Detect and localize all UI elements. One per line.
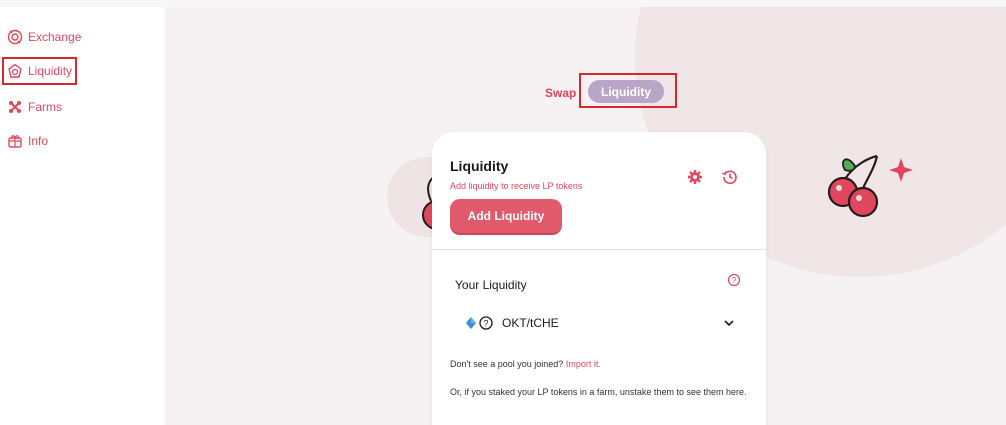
chevron-down-icon[interactable]: [722, 316, 736, 330]
tab-liquidity[interactable]: Liquidity: [588, 80, 664, 103]
sidebar: Exchange Liquidity Farms Info: [0, 7, 165, 425]
liquidity-icon: [7, 63, 23, 79]
farms-icon: [7, 99, 23, 115]
staked-lp-note: Or, if you staked your LP tokens in a fa…: [450, 387, 747, 397]
card-title: Liquidity: [450, 158, 509, 174]
tab-swap[interactable]: Swap: [545, 86, 576, 100]
settings-icon[interactable]: [686, 168, 704, 186]
info-icon: [7, 133, 23, 149]
history-icon[interactable]: [721, 168, 739, 186]
add-liquidity-button[interactable]: Add Liquidity: [450, 199, 562, 233]
exchange-icon: [7, 29, 23, 45]
top-bar: [0, 0, 1006, 7]
import-link[interactable]: Import it.: [566, 359, 601, 369]
okt-token-icon: ?: [466, 316, 493, 330]
card-subtitle: Add liquidity to receive LP tokens: [450, 181, 583, 191]
main-content: Swap Liquidity Liquidity Add liquidity t…: [165, 7, 1006, 425]
sidebar-item-farms[interactable]: Farms: [4, 95, 65, 119]
card-header: Liquidity Add liquidity to receive LP to…: [432, 132, 766, 250]
svg-text:?: ?: [483, 319, 488, 329]
pool-pair-name: OKT/tCHE: [502, 316, 559, 330]
pool-pair-icons: ?: [463, 315, 496, 331]
sidebar-item-label: Info: [28, 134, 49, 148]
your-liquidity-label: Your Liquidity: [455, 278, 527, 292]
sidebar-item-liquidity[interactable]: Liquidity: [1, 57, 78, 85]
pool-row-okt-tche[interactable]: ? OKT/tCHE: [463, 309, 736, 337]
liquidity-card: Liquidity Add liquidity to receive LP to…: [432, 132, 766, 425]
cherry-logo-illustration: [825, 152, 915, 227]
svg-text:?: ?: [732, 276, 737, 285]
missing-pool-note: Don't see a pool you joined? Import it.: [450, 359, 601, 369]
missing-pool-text: Don't see a pool you joined?: [450, 359, 564, 369]
sidebar-item-label: Exchange: [28, 30, 82, 44]
sidebar-item-exchange[interactable]: Exchange: [4, 25, 84, 49]
help-question-icon[interactable]: ?: [726, 272, 742, 288]
sidebar-item-label: Farms: [28, 100, 62, 114]
sidebar-item-label: Liquidity: [28, 64, 73, 78]
sidebar-item-info[interactable]: Info: [4, 129, 51, 153]
